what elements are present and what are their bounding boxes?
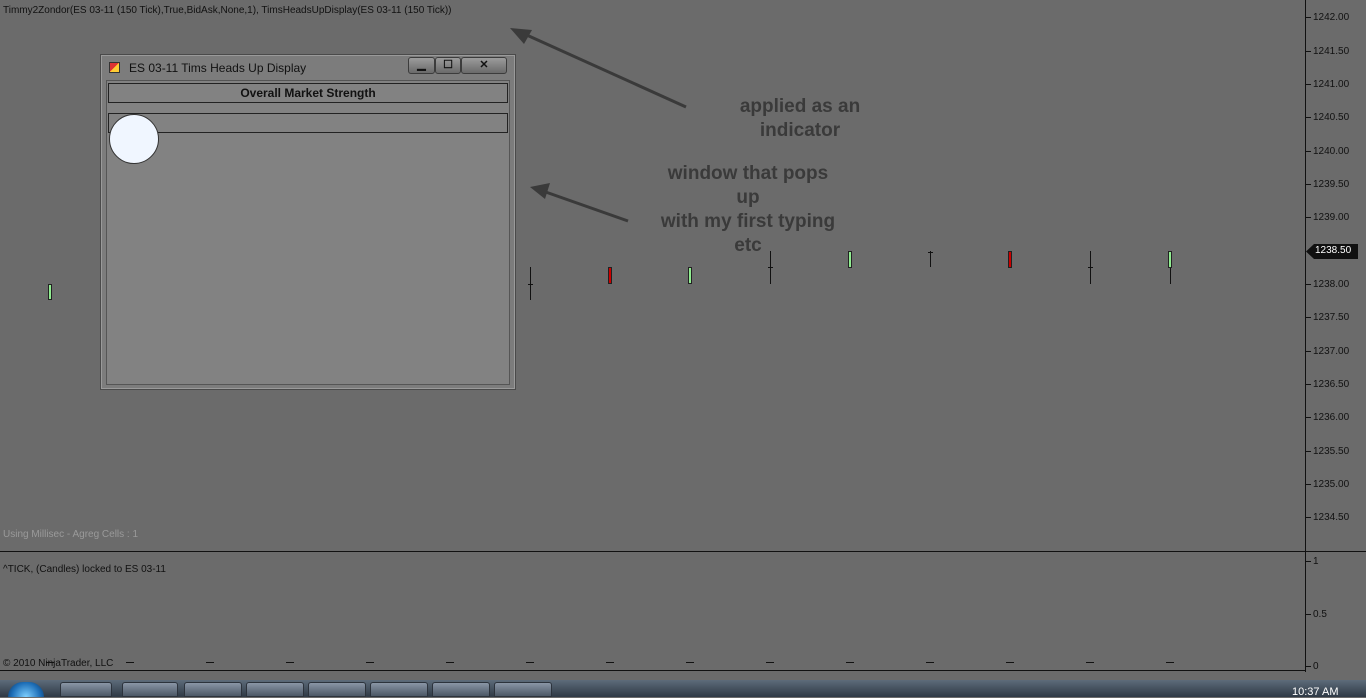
- window-icon[interactable]: [370, 682, 428, 697]
- app-icon[interactable]: [184, 682, 242, 697]
- arrow-to-window: [539, 188, 629, 223]
- taskbar-clock[interactable]: 10:37 AM: [1292, 686, 1338, 698]
- app-icon: [109, 62, 120, 73]
- media-icon[interactable]: [246, 682, 304, 697]
- explorer-icon[interactable]: [60, 682, 112, 697]
- heads-up-display-window[interactable]: ES 03-11 Tims Heads Up Display ▁ ☐ ✕ Ove…: [100, 54, 516, 390]
- close-button[interactable]: ✕: [461, 57, 507, 74]
- skype-icon[interactable]: [308, 682, 366, 697]
- copyright-text: © 2010 NinjaTrader, LLC: [3, 658, 114, 669]
- arrow-to-header: [519, 30, 687, 109]
- arrow-head-icon: [530, 183, 550, 199]
- market-strength-meter: [108, 113, 508, 133]
- paint-icon[interactable]: [494, 682, 552, 697]
- lower-axis-label: 0.5: [1313, 609, 1327, 620]
- window-client-area: Overall Market Strength: [106, 80, 510, 385]
- strength-indicator-circle: [109, 114, 159, 164]
- market-strength-header: Overall Market Strength: [108, 83, 508, 103]
- window-title: ES 03-11 Tims Heads Up Display: [129, 61, 307, 75]
- lower-axis-label: 0: [1313, 661, 1319, 672]
- excel-icon[interactable]: [432, 682, 490, 697]
- lower-axis-label: 1: [1313, 556, 1319, 567]
- minimize-button[interactable]: ▁: [408, 57, 435, 74]
- lower-panel-title: ^TICK, (Candles) locked to ES 03-11: [3, 564, 166, 575]
- maximize-button[interactable]: ☐: [435, 57, 461, 74]
- firefox-icon[interactable]: [122, 682, 178, 697]
